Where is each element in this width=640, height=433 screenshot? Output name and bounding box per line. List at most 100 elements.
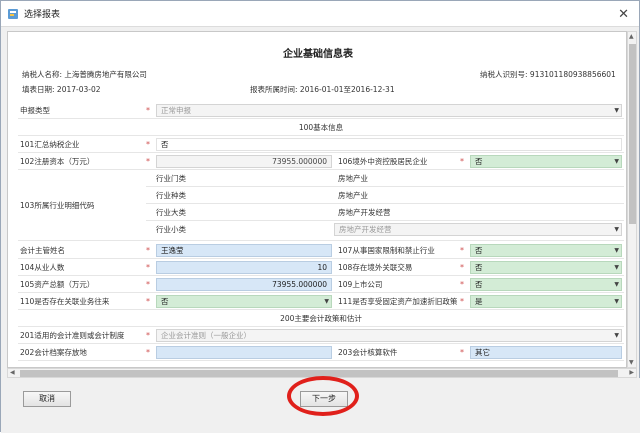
industry-major-name: 行业大类: [156, 208, 186, 217]
industry-row: 行业大类 房地产开发经营: [146, 205, 624, 221]
field-203-input[interactable]: 其它: [470, 346, 622, 359]
taxpayer-id: 纳税人识别号: 913101180938856601: [480, 69, 616, 80]
industry-row: 行业门类 房地产业: [146, 171, 624, 187]
industry-code-block: 103所属行业明细代码 行业门类 房地产业 行业种类 房地产业 行业大类 房地产…: [18, 171, 624, 241]
field-111-label: 111是否享受固定资产加速折旧政策: [338, 297, 458, 306]
title-bar: 选择报表 ✕: [1, 1, 639, 27]
row-202-203: 202会计档案存放地 * 203会计核算软件 * 其它: [18, 345, 624, 361]
scroll-up-arrow-icon[interactable]: ▲: [629, 33, 634, 40]
required-mark: *: [460, 280, 464, 289]
annotation-circle: [287, 376, 359, 416]
industry-minor-name: 行业小类: [156, 225, 186, 234]
close-icon[interactable]: ✕: [618, 7, 629, 22]
chevron-down-icon: ▼: [614, 226, 619, 233]
field-105-label: 105资产总额（万元）: [20, 280, 95, 289]
vertical-scroll-thumb[interactable]: [629, 44, 636, 224]
required-mark: *: [146, 106, 150, 115]
field-111-select[interactable]: 是 ▼: [470, 295, 622, 308]
field-106-select[interactable]: 否 ▼: [470, 155, 622, 168]
required-mark: *: [460, 348, 464, 357]
chevron-down-icon: ▼: [614, 247, 619, 254]
field-104-input[interactable]: 10: [156, 261, 332, 274]
field-108-select[interactable]: 否 ▼: [470, 261, 622, 274]
report-period-value: 2016-01-01至2016-12-31: [299, 85, 395, 94]
taxpayer-name-value: 上海普腾房地产有限公司: [64, 70, 147, 79]
industry-category-name: 行业门类: [156, 174, 186, 183]
declaration-type-label: 申报类型: [20, 106, 50, 115]
taxpayer-name-label: 纳税人名称:: [22, 70, 63, 79]
form-scroll-area[interactable]: 企业基础信息表 纳税人名称: 上海普腾房地产有限公司 纳税人识别号: 91310…: [7, 31, 627, 368]
row-105-109: 105资产总额（万元） * 73955.000000 109上市公司 * 否 ▼: [18, 277, 624, 293]
row-110-111: 110是否存在关联业务往来 * 否 ▼ 111是否享受固定资产加速折旧政策 * 是…: [18, 294, 624, 310]
row-declaration-type: 申报类型 * 正常申报 ▼: [18, 103, 624, 119]
field-106-label: 106境外中资控股居民企业: [338, 157, 428, 166]
field-203-label: 203会计核算软件: [338, 348, 398, 357]
field-104-label: 104从业人数: [20, 263, 65, 272]
declaration-type-select[interactable]: 正常申报 ▼: [156, 104, 622, 117]
chevron-down-icon: ▼: [614, 158, 619, 165]
row-accounting-107: 会计主管姓名 * 王逸莹 107从事国家限制和禁止行业 * 否 ▼: [18, 243, 624, 259]
required-mark: *: [460, 246, 464, 255]
required-mark: *: [146, 348, 150, 357]
required-mark: *: [146, 331, 150, 340]
row-104-108: 104从业人数 * 10 108存在境外关联交易 * 否 ▼: [18, 260, 624, 276]
chevron-down-icon: ▼: [614, 107, 619, 114]
report-selection-dialog: 选择报表 ✕ 企业基础信息表 纳税人名称: 上海普腾房地产有限公司 纳税人识别号…: [0, 0, 640, 433]
industry-minor-select[interactable]: 房地产开发经营 ▼: [334, 223, 622, 236]
window-title: 选择报表: [24, 10, 61, 20]
field-108-value: 否: [475, 263, 483, 272]
field-201-select[interactable]: 企业会计准则（一般企业） ▼: [156, 329, 622, 342]
fill-date-value: 2017-03-02: [56, 85, 101, 94]
required-mark: *: [460, 263, 464, 272]
form-title: 企业基础信息表: [283, 49, 353, 60]
required-mark: *: [146, 140, 150, 149]
required-mark: *: [146, 263, 150, 272]
chevron-down-icon: ▼: [324, 298, 329, 305]
field-103-label: 103所属行业明细代码: [20, 201, 95, 210]
chevron-down-icon: ▼: [614, 332, 619, 339]
industry-row: 行业小类 房地产开发经营 ▼: [146, 222, 624, 238]
app-icon: [7, 8, 19, 20]
scroll-right-arrow-icon[interactable]: ▶: [629, 369, 634, 376]
accounting-head-label: 会计主管姓名: [20, 246, 65, 255]
taxpayer-name: 纳税人名称: 上海普腾房地产有限公司: [22, 69, 147, 80]
chevron-down-icon: ▼: [614, 298, 619, 305]
field-108-label: 108存在境外关联交易: [338, 263, 413, 272]
field-105-input[interactable]: 73955.000000: [156, 278, 332, 291]
field-107-select[interactable]: 否 ▼: [470, 244, 622, 257]
required-mark: *: [146, 280, 150, 289]
field-110-select[interactable]: 否 ▼: [156, 295, 332, 308]
field-110-label: 110是否存在关联业务往来: [20, 297, 110, 306]
taxpayer-id-value: 913101180938856601: [529, 70, 616, 79]
required-mark: *: [460, 157, 464, 166]
row-101: 101汇总纳税企业 * 否: [18, 137, 624, 153]
field-111-value: 是: [475, 297, 483, 306]
vertical-scrollbar[interactable]: ▲ ▼: [627, 31, 637, 368]
field-202-label: 202会计档案存放地: [20, 348, 87, 357]
field-202-input[interactable]: [156, 346, 332, 359]
field-102-label: 102注册资本（万元）: [20, 157, 95, 166]
chevron-down-icon: ▼: [614, 281, 619, 288]
field-109-select[interactable]: 否 ▼: [470, 278, 622, 291]
row-201: 201适用的会计准则或会计制度 * 企业会计准则（一般企业） ▼: [18, 328, 624, 344]
field-102-input[interactable]: 73955.000000: [156, 155, 332, 168]
field-201-value: 企业会计准则（一般企业）: [161, 331, 251, 340]
industry-minor-value: 房地产开发经营: [339, 225, 392, 234]
required-mark: *: [146, 246, 150, 255]
scroll-left-arrow-icon[interactable]: ◀: [10, 369, 15, 376]
section-200-header: 200主要会计政策和估计: [18, 311, 624, 327]
cancel-button[interactable]: 取消: [23, 391, 71, 407]
accounting-head-input[interactable]: 王逸莹: [156, 244, 332, 257]
field-109-value: 否: [475, 280, 483, 289]
fill-date-label: 填表日期:: [22, 85, 55, 94]
declaration-type-value: 正常申报: [161, 106, 191, 115]
industry-type-name: 行业种类: [156, 191, 186, 200]
industry-type-value: 房地产业: [338, 191, 368, 200]
industry-major-value: 房地产开发经营: [338, 208, 391, 217]
field-101-label: 101汇总纳税企业: [20, 140, 80, 149]
report-period-label: 报表所属时间:: [250, 85, 298, 94]
scroll-down-arrow-icon[interactable]: ▼: [629, 359, 634, 366]
field-101-value: 否: [156, 138, 622, 151]
field-107-label: 107从事国家限制和禁止行业: [338, 246, 435, 255]
industry-category-value: 房地产业: [338, 174, 368, 183]
